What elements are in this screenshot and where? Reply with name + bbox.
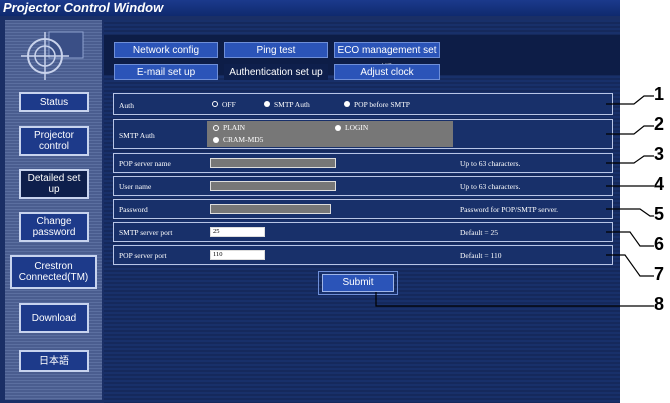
tab-email-set-up[interactable]: E-mail set up (114, 64, 218, 80)
tab-ping-test[interactable]: Ping test (224, 42, 328, 58)
pop-port-row: POP server port 110 Default = 110 (113, 245, 613, 265)
auth-row: Auth OFF SMTP Auth POP before SMTP (113, 93, 613, 115)
auth-pop-before-smtp-radio[interactable] (344, 101, 350, 107)
callout-4: 4 (654, 174, 665, 194)
callout-6: 6 (654, 234, 665, 254)
auth-off-label: OFF (222, 100, 236, 109)
user-name-row: User name Up to 63 characters. (113, 176, 613, 196)
smtp-auth-row: SMTP Auth PLAIN LOGIN CRAM-MD5 (113, 119, 613, 149)
sidebar-item-projector-control[interactable]: Projector control (19, 126, 89, 156)
callout-8: 8 (654, 294, 665, 314)
password-label: Password (119, 205, 148, 214)
callout-1: 1 (654, 84, 665, 104)
pop-server-name-row: POP server name Up to 63 characters. (113, 153, 613, 173)
sidebar-item-japanese[interactable]: 日本語 (19, 350, 89, 372)
smtp-auth-label: SMTP Auth (119, 131, 155, 140)
auth-pop-before-smtp-label: POP before SMTP (354, 100, 410, 109)
sidebar-item-crestron[interactable]: Crestron Connected(TM) (10, 255, 97, 289)
projector-control-window: Projector Control Window Status Projecto… (0, 0, 620, 403)
user-name-hint: Up to 63 characters. (460, 182, 521, 191)
password-hint: Password for POP/SMTP server. (460, 205, 559, 214)
auth-off-radio[interactable] (212, 101, 218, 107)
user-name-label: User name (119, 182, 152, 191)
tab-adjust-clock[interactable]: Adjust clock (334, 64, 440, 80)
smtp-cram-md5-radio[interactable] (213, 137, 219, 143)
callout-2: 2 (654, 114, 665, 134)
main-panel: Network config Ping test ECO management … (104, 20, 620, 403)
smtp-port-row: SMTP server port 25 Default = 25 (113, 222, 613, 242)
submit-button[interactable]: Submit (322, 274, 394, 292)
pop-server-name-hint: Up to 63 characters. (460, 159, 521, 168)
smtp-plain-radio[interactable] (213, 125, 219, 131)
tab-network-config[interactable]: Network config (114, 42, 218, 58)
auth-smtp-radio[interactable] (264, 101, 270, 107)
smtp-cram-md5-label: CRAM-MD5 (223, 135, 264, 144)
callout-7: 7 (654, 264, 665, 284)
sidebar-item-status[interactable]: Status (19, 92, 89, 112)
smtp-auth-options-disabled: PLAIN LOGIN CRAM-MD5 (207, 121, 453, 147)
tab-eco-management[interactable]: ECO management set up (334, 42, 440, 72)
sidebar-item-detailed-set-up[interactable]: Detailed set up (19, 169, 89, 199)
auth-label: Auth (119, 101, 134, 110)
sidebar-item-download[interactable]: Download (19, 303, 89, 333)
window-title: Projector Control Window (0, 0, 620, 16)
pop-port-hint: Default = 110 (460, 251, 502, 260)
callout-3: 3 (654, 144, 665, 164)
smtp-plain-label: PLAIN (223, 123, 246, 132)
auth-smtp-label: SMTP Auth (274, 100, 310, 109)
sidebar: Status Projector control Detailed set up… (5, 20, 102, 400)
password-input[interactable] (210, 204, 331, 214)
pop-server-name-input[interactable] (210, 158, 336, 168)
smtp-port-hint: Default = 25 (460, 228, 498, 237)
password-row: Password Password for POP/SMTP server. (113, 199, 613, 219)
smtp-login-label: LOGIN (345, 123, 369, 132)
pop-port-input[interactable]: 110 (210, 250, 265, 260)
pop-port-label: POP server port (119, 251, 167, 260)
smtp-login-radio[interactable] (335, 125, 341, 131)
user-name-input[interactable] (210, 181, 336, 191)
tab-authentication-set-up[interactable]: Authentication set up (224, 64, 328, 80)
callout-5: 5 (654, 204, 665, 224)
smtp-port-input[interactable]: 25 (210, 227, 265, 237)
pop-server-name-label: POP server name (119, 159, 171, 168)
sidebar-item-change-password[interactable]: Change password (19, 212, 89, 242)
crosshair-logo-icon (21, 31, 84, 80)
smtp-port-label: SMTP server port (119, 228, 173, 237)
